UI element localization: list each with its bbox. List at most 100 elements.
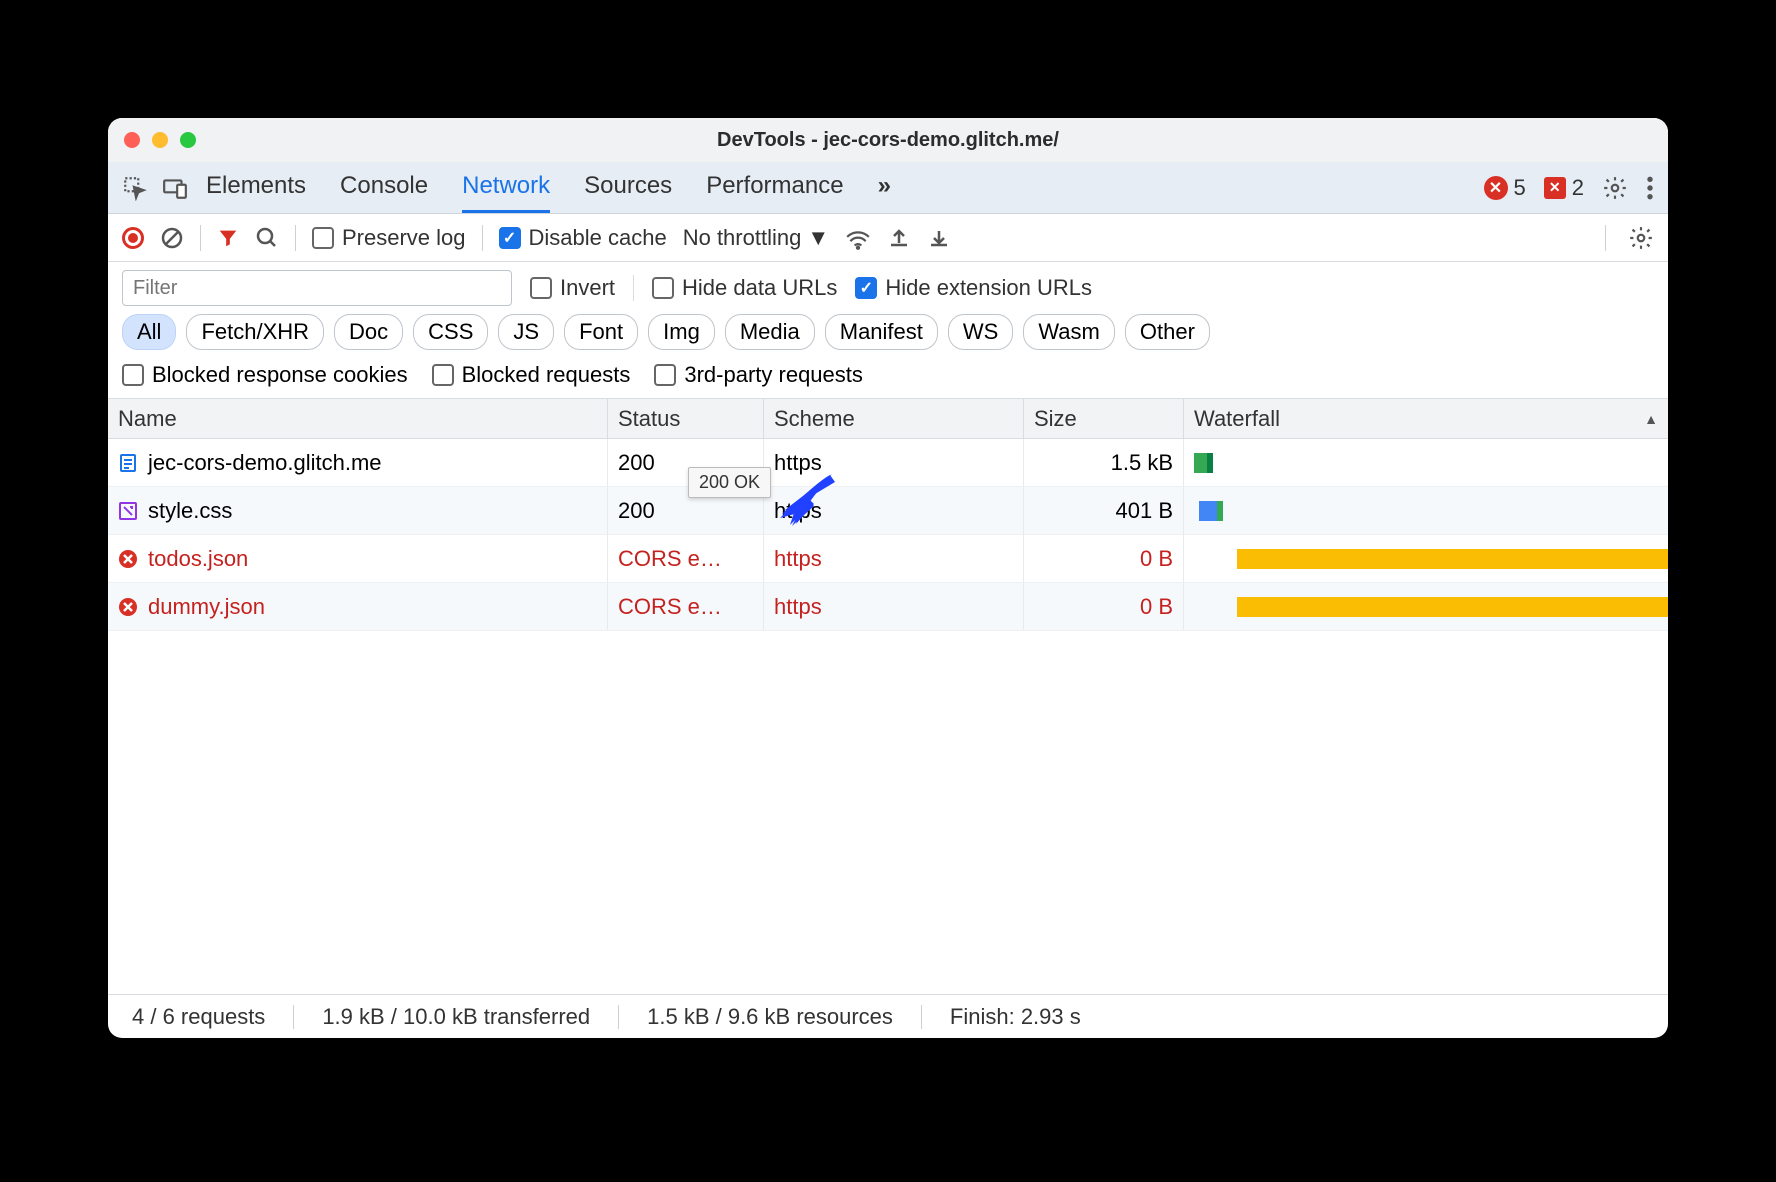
type-chip-css[interactable]: CSS — [413, 314, 488, 350]
type-chip-ws[interactable]: WS — [948, 314, 1013, 350]
status-tooltip: 200 OK — [688, 467, 771, 498]
cell-waterfall — [1184, 439, 1668, 486]
type-chip-manifest[interactable]: Manifest — [825, 314, 938, 350]
search-icon[interactable] — [255, 226, 279, 250]
maximize-window-button[interactable] — [180, 132, 196, 148]
col-scheme-header[interactable]: Scheme — [764, 399, 1024, 438]
minimize-window-button[interactable] — [152, 132, 168, 148]
settings-icon[interactable] — [1602, 175, 1628, 201]
checkbox-checked-icon — [499, 227, 521, 249]
cell-name: jec-cors-demo.glitch.me — [108, 439, 608, 486]
titlebar: DevTools - jec-cors-demo.glitch.me/ — [108, 118, 1668, 162]
status-bar: 4 / 6 requests 1.9 kB / 10.0 kB transfer… — [108, 994, 1668, 1038]
cell-waterfall — [1184, 487, 1668, 534]
file-name: todos.json — [148, 546, 248, 572]
record-button[interactable] — [122, 227, 144, 249]
cell-status: CORS e… — [608, 535, 764, 582]
preserve-log-checkbox[interactable]: Preserve log — [312, 225, 466, 251]
error-icon — [118, 597, 138, 617]
cell-scheme: https — [764, 583, 1024, 630]
upload-har-icon[interactable] — [887, 226, 911, 250]
table-row[interactable]: jec-cors-demo.glitch.me200https1.5 kB — [108, 439, 1668, 487]
type-chip-other[interactable]: Other — [1125, 314, 1210, 350]
blocked-requests-checkbox[interactable]: Blocked requests — [432, 362, 631, 388]
cell-name: dummy.json — [108, 583, 608, 630]
issue-count: 2 — [1572, 175, 1584, 201]
type-chip-js[interactable]: JS — [498, 314, 554, 350]
table-row[interactable]: style.css200https401 B — [108, 487, 1668, 535]
throttling-select[interactable]: No throttling ▼ — [683, 225, 829, 251]
blocked-cookies-label: Blocked response cookies — [152, 362, 408, 388]
hide-data-label: Hide data URLs — [682, 275, 837, 301]
tab-elements[interactable]: Elements — [206, 162, 306, 213]
waterfall-bar — [1199, 501, 1223, 521]
table-header: Name Status Scheme Size Waterfall▲ — [108, 399, 1668, 439]
type-chip-all[interactable]: All — [122, 314, 176, 350]
tab-sources[interactable]: Sources — [584, 162, 672, 213]
col-status-header[interactable]: Status — [608, 399, 764, 438]
transferred-summary: 1.9 kB / 10.0 kB transferred — [322, 1004, 590, 1030]
cell-size: 0 B — [1024, 535, 1184, 582]
annotation-arrow-icon — [770, 470, 840, 530]
devtools-window: DevTools - jec-cors-demo.glitch.me/ Elem… — [108, 118, 1668, 1038]
cell-size: 0 B — [1024, 583, 1184, 630]
disable-cache-label: Disable cache — [529, 225, 667, 251]
checkbox-icon — [122, 364, 144, 386]
network-settings-icon[interactable] — [1628, 225, 1654, 251]
extra-filters-row: Blocked response cookies Blocked request… — [108, 358, 1668, 399]
third-party-checkbox[interactable]: 3rd-party requests — [654, 362, 863, 388]
error-count-badge[interactable]: ✕ 5 — [1484, 175, 1526, 201]
col-name-header[interactable]: Name — [108, 399, 608, 438]
network-conditions-icon[interactable] — [845, 226, 871, 250]
type-chip-font[interactable]: Font — [564, 314, 638, 350]
table-row[interactable]: todos.json CORS e…https0 B — [108, 535, 1668, 583]
close-window-button[interactable] — [124, 132, 140, 148]
disable-cache-checkbox[interactable]: Disable cache — [499, 225, 667, 251]
type-chip-fetchxhr[interactable]: Fetch/XHR — [186, 314, 324, 350]
finish-summary: Finish: 2.93 s — [950, 1004, 1081, 1030]
blocked-cookies-checkbox[interactable]: Blocked response cookies — [122, 362, 408, 388]
col-waterfall-header[interactable]: Waterfall▲ — [1184, 399, 1668, 438]
waterfall-bar — [1194, 453, 1213, 473]
filter-toggle-icon[interactable] — [217, 227, 239, 249]
traffic-lights — [124, 132, 196, 148]
inspect-icon[interactable] — [122, 175, 148, 201]
download-har-icon[interactable] — [927, 226, 951, 250]
clear-button[interactable] — [160, 226, 184, 250]
tab-overflow[interactable]: » — [878, 162, 891, 213]
cell-size: 401 B — [1024, 487, 1184, 534]
filter-input[interactable] — [122, 270, 512, 306]
doc-file-icon — [118, 453, 138, 473]
checkbox-icon — [312, 227, 334, 249]
table-row[interactable]: dummy.jsonCORS e…https0 B — [108, 583, 1668, 631]
hide-ext-label: Hide extension URLs — [885, 275, 1092, 301]
checkbox-icon — [530, 277, 552, 299]
tab-network[interactable]: Network — [462, 162, 550, 213]
tab-performance[interactable]: Performance — [706, 162, 843, 213]
cell-name: todos.json — [108, 535, 608, 582]
cell-scheme: https — [764, 535, 1024, 582]
issue-count-badge[interactable]: ✕ 2 — [1544, 175, 1584, 201]
type-chip-doc[interactable]: Doc — [334, 314, 403, 350]
device-toggle-icon[interactable] — [162, 175, 188, 201]
cell-status: CORS e… — [608, 583, 764, 630]
table-body: jec-cors-demo.glitch.me200https1.5 kBsty… — [108, 439, 1668, 994]
chevron-down-icon: ▼ — [807, 225, 829, 251]
col-size-header[interactable]: Size — [1024, 399, 1184, 438]
window-title: DevTools - jec-cors-demo.glitch.me/ — [108, 129, 1668, 152]
filter-row: Invert Hide data URLs Hide extension URL… — [108, 262, 1668, 310]
invert-checkbox[interactable]: Invert — [530, 275, 615, 301]
throttling-value: No throttling — [683, 225, 802, 251]
tab-console[interactable]: Console — [340, 162, 428, 213]
panel-tabs: Elements Console Network Sources Perform… — [206, 162, 891, 213]
type-chip-wasm[interactable]: Wasm — [1023, 314, 1115, 350]
error-icon: ✕ — [1484, 176, 1508, 200]
more-menu-icon[interactable] — [1646, 175, 1654, 201]
cell-name: style.css — [108, 487, 608, 534]
hide-data-urls-checkbox[interactable]: Hide data URLs — [652, 275, 837, 301]
type-chip-media[interactable]: Media — [725, 314, 815, 350]
type-chip-img[interactable]: Img — [648, 314, 715, 350]
preserve-log-label: Preserve log — [342, 225, 466, 251]
waterfall-bar — [1237, 597, 1668, 617]
hide-extension-urls-checkbox[interactable]: Hide extension URLs — [855, 275, 1092, 301]
